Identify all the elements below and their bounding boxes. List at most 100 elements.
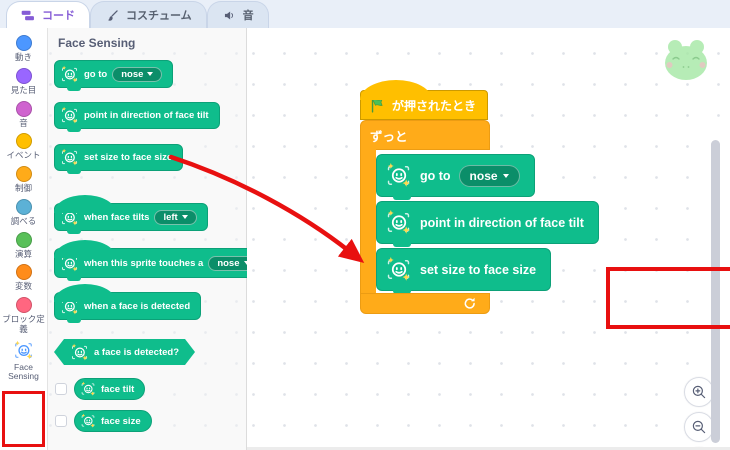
block-label: face size	[101, 416, 141, 427]
code-blocks-icon	[21, 9, 36, 22]
block-label: when a face is detected	[84, 301, 190, 312]
script-workspace[interactable]: が押されたとき ずっと go to nose point in directio…	[247, 28, 730, 450]
category-color-dot	[16, 166, 32, 182]
script-block-forever[interactable]: ずっと	[360, 120, 490, 150]
palette-block-when-face-detected[interactable]: when a face is detected	[54, 292, 201, 320]
dropdown-value: nose	[217, 258, 239, 269]
speaker-icon	[222, 9, 237, 22]
face-sensing-icon	[80, 381, 96, 397]
dropdown-nose[interactable]: nose	[112, 67, 162, 82]
category-label: ブロック定義	[2, 315, 46, 335]
sidebar-item-variables[interactable]: 変数	[0, 262, 48, 295]
category-label: 変数	[15, 282, 32, 292]
dropdown-value: left	[163, 212, 177, 223]
zoom-in-icon	[690, 383, 708, 401]
checkbox-face-size[interactable]	[55, 415, 67, 427]
block-label: point in direction of face tilt	[84, 110, 209, 121]
block-label: ずっと	[370, 126, 408, 145]
palette-block-set-size[interactable]: set size to face size	[54, 144, 183, 171]
loop-arrow-icon	[463, 297, 477, 310]
face-sensing-icon	[60, 297, 79, 316]
block-label: point in direction of face tilt	[420, 216, 584, 230]
sidebar-item-motion[interactable]: 動き	[0, 33, 48, 66]
sidebar-item-looks[interactable]: 見た目	[0, 66, 48, 99]
palette-header: Face Sensing	[58, 36, 135, 50]
sidebar-item-sensing[interactable]: 調べる	[0, 197, 48, 230]
tab-sounds[interactable]: 音	[207, 1, 269, 28]
face-sensing-icon	[385, 209, 412, 236]
category-label: イベント	[6, 151, 40, 161]
category-color-dot	[16, 68, 32, 84]
zoom-in-button[interactable]	[684, 377, 714, 407]
green-flag-icon	[369, 97, 386, 114]
sidebar-item-control[interactable]: 制御	[0, 164, 48, 197]
category-label: 音	[19, 119, 28, 129]
dropdown-caret-icon	[182, 215, 188, 219]
tab-code[interactable]: コード	[6, 1, 90, 28]
block-label: が押されたとき	[392, 97, 476, 114]
category-color-dot	[16, 133, 32, 149]
category-color-dot	[16, 297, 32, 313]
face-sensing-icon	[60, 106, 79, 125]
forever-loop-bottom[interactable]	[360, 293, 490, 314]
block-label: set size to face size	[420, 263, 536, 277]
script-block-when-flag-clicked[interactable]: が押されたとき	[360, 90, 488, 120]
dropdown-caret-icon	[147, 72, 153, 76]
category-label: 動き	[15, 53, 32, 63]
category-label: 制御	[15, 184, 32, 194]
face-sensing-icon	[70, 343, 89, 362]
tab-costumes-label: コスチューム	[126, 7, 192, 23]
palette-block-face-tilt-reporter[interactable]: face tilt	[74, 378, 145, 400]
face-sensing-icon	[60, 208, 79, 227]
block-label: when face tilts	[84, 212, 149, 223]
frog-sprite-watermark	[661, 36, 711, 82]
sidebar-item-events[interactable]: イベント	[0, 131, 48, 164]
extension-label: Face Sensing	[2, 363, 46, 383]
dropdown-nose[interactable]: nose	[459, 165, 520, 187]
forever-loop-arm	[360, 149, 376, 294]
face-sensing-icon	[80, 413, 96, 429]
face-sensing-icon	[13, 340, 34, 361]
block-label: face tilt	[101, 384, 134, 395]
block-label: go to	[84, 69, 107, 80]
face-sensing-icon	[60, 254, 79, 273]
palette-block-point-in-direction[interactable]: point in direction of face tilt	[54, 102, 220, 129]
sidebar-item-sound[interactable]: 音	[0, 99, 48, 132]
category-label: 調べる	[11, 217, 37, 227]
vertical-scrollbar-thumb[interactable]	[711, 140, 720, 443]
tab-bar: コード コスチューム 音	[0, 0, 730, 28]
brush-icon	[105, 9, 120, 22]
dropdown-value: nose	[121, 69, 143, 80]
block-label: set size to face size	[84, 152, 172, 163]
category-label: 演算	[15, 250, 32, 260]
block-label: go to	[420, 169, 451, 183]
sidebar-item-operators[interactable]: 演算	[0, 230, 48, 263]
palette-block-when-sprite-touches[interactable]: when this sprite touches a nose	[54, 248, 270, 278]
face-sensing-icon	[385, 162, 412, 189]
dropdown-caret-icon	[503, 174, 509, 178]
script-block-go-to[interactable]: go to nose	[376, 154, 535, 197]
script-block-set-size[interactable]: set size to face size	[376, 248, 551, 291]
tab-code-label: コード	[42, 7, 75, 23]
category-color-dot	[16, 264, 32, 280]
category-color-dot	[16, 35, 32, 51]
dropdown-value: nose	[470, 169, 498, 183]
face-sensing-icon	[385, 256, 412, 283]
block-label: when this sprite touches a	[84, 258, 203, 269]
palette-block-face-detected-boolean[interactable]: a face is detected?	[54, 339, 195, 365]
script-block-point-in-direction[interactable]: point in direction of face tilt	[376, 201, 599, 244]
palette-block-go-to[interactable]: go to nose	[54, 60, 173, 88]
checkbox-face-tilt[interactable]	[55, 383, 67, 395]
sidebar-item-face-sensing[interactable]: Face Sensing	[2, 340, 46, 383]
tab-sounds-label: 音	[243, 7, 254, 23]
dropdown-left[interactable]: left	[154, 210, 196, 225]
palette-block-when-face-tilts[interactable]: when face tilts left	[54, 203, 208, 231]
zoom-out-button[interactable]	[684, 412, 714, 442]
tab-costumes[interactable]: コスチューム	[90, 1, 207, 28]
category-sidebar: 動き 見た目 音 イベント 制御 調べる 演算 変数	[0, 28, 48, 450]
face-sensing-icon	[60, 148, 79, 167]
face-sensing-icon	[60, 65, 79, 84]
sidebar-item-myblocks[interactable]: ブロック定義	[0, 295, 48, 338]
category-color-dot	[16, 232, 32, 248]
palette-block-face-size-reporter[interactable]: face size	[74, 410, 152, 432]
